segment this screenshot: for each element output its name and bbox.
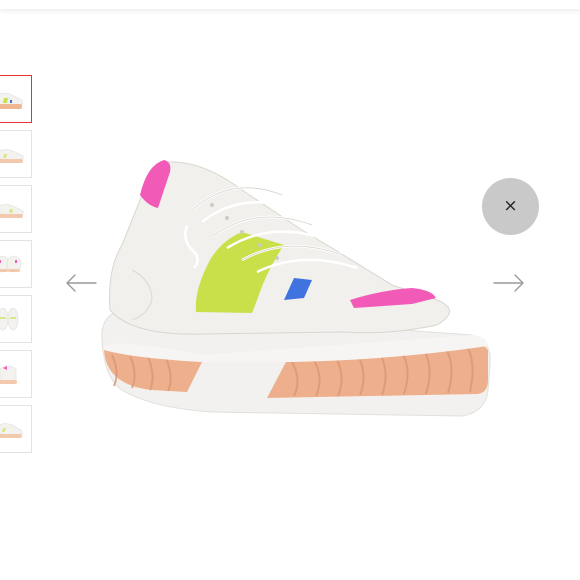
sneaker-thumbnail-icon bbox=[0, 204, 24, 218]
arrow-right-icon bbox=[493, 274, 524, 292]
sneaker-thumbnail-icon bbox=[0, 307, 19, 331]
thumbnail-1[interactable] bbox=[0, 75, 32, 123]
sneaker-thumbnail-icon bbox=[0, 423, 23, 438]
product-image-gallery: × bbox=[0, 0, 580, 580]
sneaker-thumbnail-icon bbox=[0, 92, 23, 109]
close-button[interactable]: × bbox=[482, 178, 539, 235]
thumbnail-7[interactable] bbox=[0, 405, 32, 453]
thumbnail-2[interactable] bbox=[0, 130, 32, 178]
thumbnail-strip bbox=[0, 75, 34, 460]
arrow-left-icon bbox=[66, 274, 97, 292]
thumbnail-6[interactable] bbox=[0, 350, 32, 398]
sneaker-thumbnail-icon bbox=[0, 255, 22, 273]
previous-image-button[interactable] bbox=[64, 270, 98, 296]
next-image-button[interactable] bbox=[492, 270, 526, 296]
thumbnail-5[interactable] bbox=[0, 295, 32, 343]
sneaker-thumbnail-icon bbox=[0, 365, 17, 384]
close-icon: × bbox=[503, 196, 518, 216]
thumbnail-4[interactable] bbox=[0, 240, 32, 288]
sneaker-thumbnail-icon bbox=[0, 149, 24, 163]
product-main-image bbox=[101, 160, 491, 417]
thumbnail-3[interactable] bbox=[0, 185, 32, 233]
